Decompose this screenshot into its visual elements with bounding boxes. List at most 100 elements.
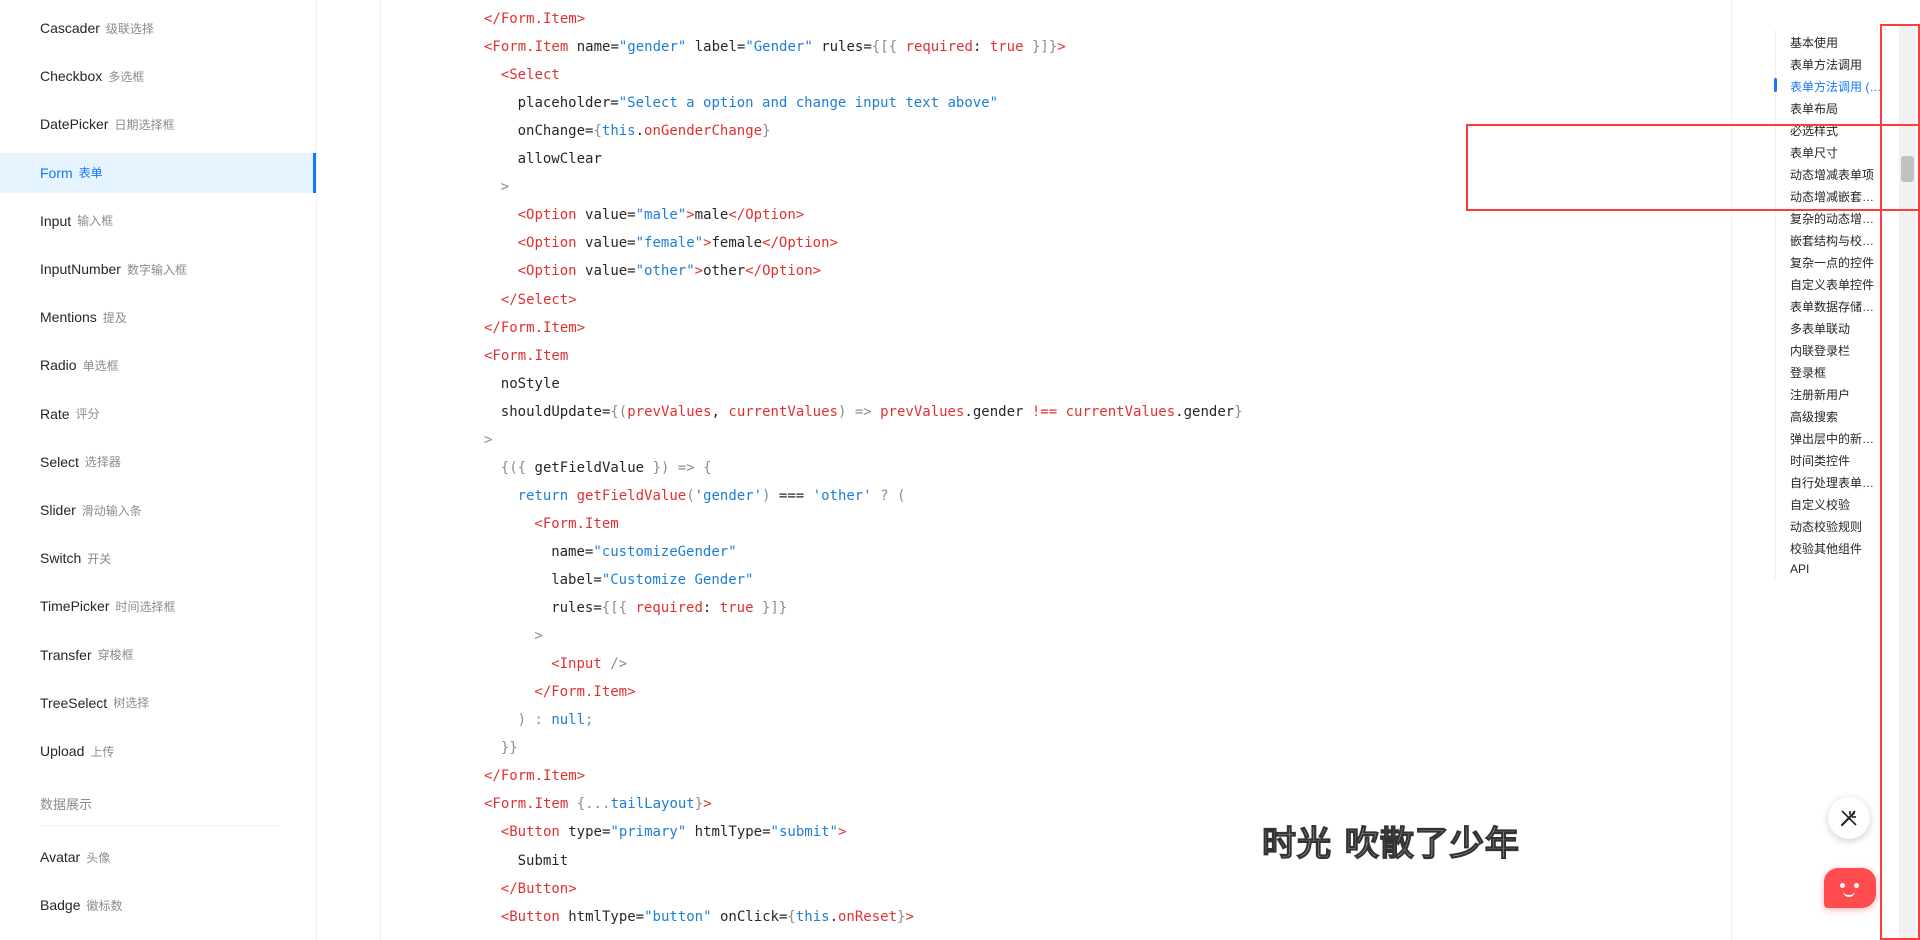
anchor-link[interactable]: 复杂的动态增减表单项 [1790,210,1885,227]
code-line: <Form.Item [534,516,618,542]
code-token: > [500,179,510,196]
code-token: "female" [635,235,704,252]
code-token: <Form.Item [534,515,619,532]
code-token: 'other' [812,487,872,504]
sidebar-item-label: InputNumber [40,261,121,277]
sidebar-item-label: Rate [40,405,70,422]
code-token: "gender" [618,39,687,56]
code-token: </Option> [745,263,822,280]
anchor-link[interactable]: 高级搜索 [1790,408,1885,425]
chat-bot-button[interactable] [1824,868,1876,908]
code-line: </Form.Item> [484,768,585,794]
sidebar-item-mentions[interactable]: Mentions 提及 [0,297,316,337]
anchor-link[interactable]: 表单方法调用 [1790,56,1885,73]
anchor-link[interactable]: 表单数据存储于上层组件 [1790,298,1885,315]
sidebar-item-form[interactable]: Form 表单 [0,152,316,193]
code-token: true [719,600,754,617]
sidebar-item-sublabel: 开关 [87,551,112,566]
code-token: </Form.Item> [484,768,586,785]
theme-toggle-button[interactable] [1828,797,1870,839]
sidebar-item-label: DatePicker [40,116,109,133]
sidebar-item-rate[interactable]: Rate 评分 [0,394,316,434]
code-token: <Form.Item [484,796,569,813]
anchor-link[interactable]: 自定义校验 [1790,496,1885,513]
sidebar-item-label: Switch [40,550,82,567]
code-token: </Button> [500,880,577,897]
sidebar-item-select[interactable]: Select 选择器 [0,442,316,482]
sidebar-item-inputnumber[interactable]: InputNumber 数字输入框 [0,249,316,289]
anchor-link[interactable]: 表单布局 [1790,100,1885,117]
anchor-link[interactable]: 自定义表单控件 [1790,276,1885,293]
sidebar-item-badge[interactable]: Badge 徽标数 [0,885,316,925]
sidebar-item-upload[interactable]: Upload 上传 [0,731,316,771]
code-token: <Option [517,263,577,280]
code-token: placeholder= [517,95,619,112]
anchor-link[interactable]: 表单方法调用 (Class component) [1790,78,1885,95]
code-line: </Form.Item> [484,320,585,346]
code-token: "primary" [610,824,687,841]
sidebar-item-sublabel: 树选择 [113,696,150,711]
anchor-link[interactable]: 基本使用 [1790,34,1885,51]
code-token: !== [1031,403,1058,420]
code-line: {({ getFieldValue }) => { [501,460,712,486]
sidebar-item-timepicker[interactable]: TimePicker 时间选择框 [0,586,316,626]
code-token: type= [559,824,611,841]
sidebar-item-slider[interactable]: Slider 滑动输入条 [0,490,316,530]
code-token: null [551,712,586,729]
code-line: <Select [501,67,560,93]
anchor-link[interactable]: 校验其他组件 [1790,540,1885,557]
anchor-link[interactable]: 多表单联动 [1790,320,1885,337]
anchor-link[interactable]: 必选样式 [1790,122,1885,139]
code-token: onReset [838,908,898,925]
anchor-link[interactable]: 注册新用户 [1790,386,1885,403]
code-token: required [635,600,703,617]
anchor-link[interactable]: 动态增减表单项 [1790,166,1885,183]
sidebar-item-label: Mentions [40,309,97,326]
code-token: prevValues [880,403,965,420]
code-line: </Form.Item> [484,11,585,37]
sidebar-item-sublabel: 单选框 [82,358,119,373]
code-token: tailLayout [610,796,695,813]
anchor-link[interactable]: 表单尺寸 [1790,144,1885,161]
code-token: {... [568,796,611,813]
sidebar-item-transfer[interactable]: Transfer 穿梭框 [0,635,316,675]
sidebar-item-label: Slider [40,502,76,518]
sidebar-item-sublabel: 多选框 [108,69,145,84]
anchor-link[interactable]: 嵌套结构与校验信息 [1790,232,1885,249]
code-token: <Option [517,207,577,224]
sidebar-item-treeselect[interactable]: TreeSelect 树选择 [0,683,316,723]
code-token: {({ [500,459,535,476]
sidebar-item-cascader[interactable]: Cascader 级联选择 [0,8,316,48]
code-line: label="Customize Gender" [551,572,753,598]
sidebar-item-checkbox[interactable]: Checkbox 多选框 [0,56,316,96]
sidebar-item-label: Input [40,212,72,229]
anchor-link[interactable]: 登录框 [1790,364,1885,381]
anchor-link[interactable]: API [1790,562,1885,576]
sidebar-item-switch[interactable]: Switch 开关 [0,538,316,578]
code-token: onGenderChange [644,123,763,140]
sidebar-item-sublabel: 日期选择框 [114,117,175,132]
code-token: > [534,628,543,645]
anchor-link[interactable]: 动态校验规则 [1790,518,1885,535]
code-line: </Select> [501,292,577,318]
sidebar-item-avatar[interactable]: Avatar 头像 [0,837,316,877]
code-token: ) => [837,403,881,420]
code-token: } [1234,403,1243,420]
sidebar-item-radio[interactable]: Radio 单选框 [0,345,316,385]
code-token: } [694,796,704,813]
code-line: </Button> [501,881,577,907]
anchor-link[interactable]: 弹出层中的新建表单 [1790,430,1885,447]
anchor-link[interactable]: 复杂一点的控件 [1790,254,1885,271]
sidebar-item-input[interactable]: Input 输入框 [0,201,316,241]
anchor-link[interactable]: 时间类控件 [1790,452,1885,469]
anchor-link[interactable]: 动态增减嵌套字段 [1790,188,1885,205]
code-token: > [703,235,712,252]
code-line: <Input /> [551,656,627,682]
scrollbar-thumb[interactable] [1901,156,1914,182]
page-scrollbar[interactable] [1899,24,1916,938]
code-token: allowClear [517,151,602,168]
sidebar-item-label: TimePicker [40,598,110,615]
anchor-link[interactable]: 自行处理表单数据 [1790,474,1885,491]
anchor-link[interactable]: 内联登录栏 [1790,342,1885,359]
sidebar-item-datepicker[interactable]: DatePicker 日期选择框 [0,104,316,144]
